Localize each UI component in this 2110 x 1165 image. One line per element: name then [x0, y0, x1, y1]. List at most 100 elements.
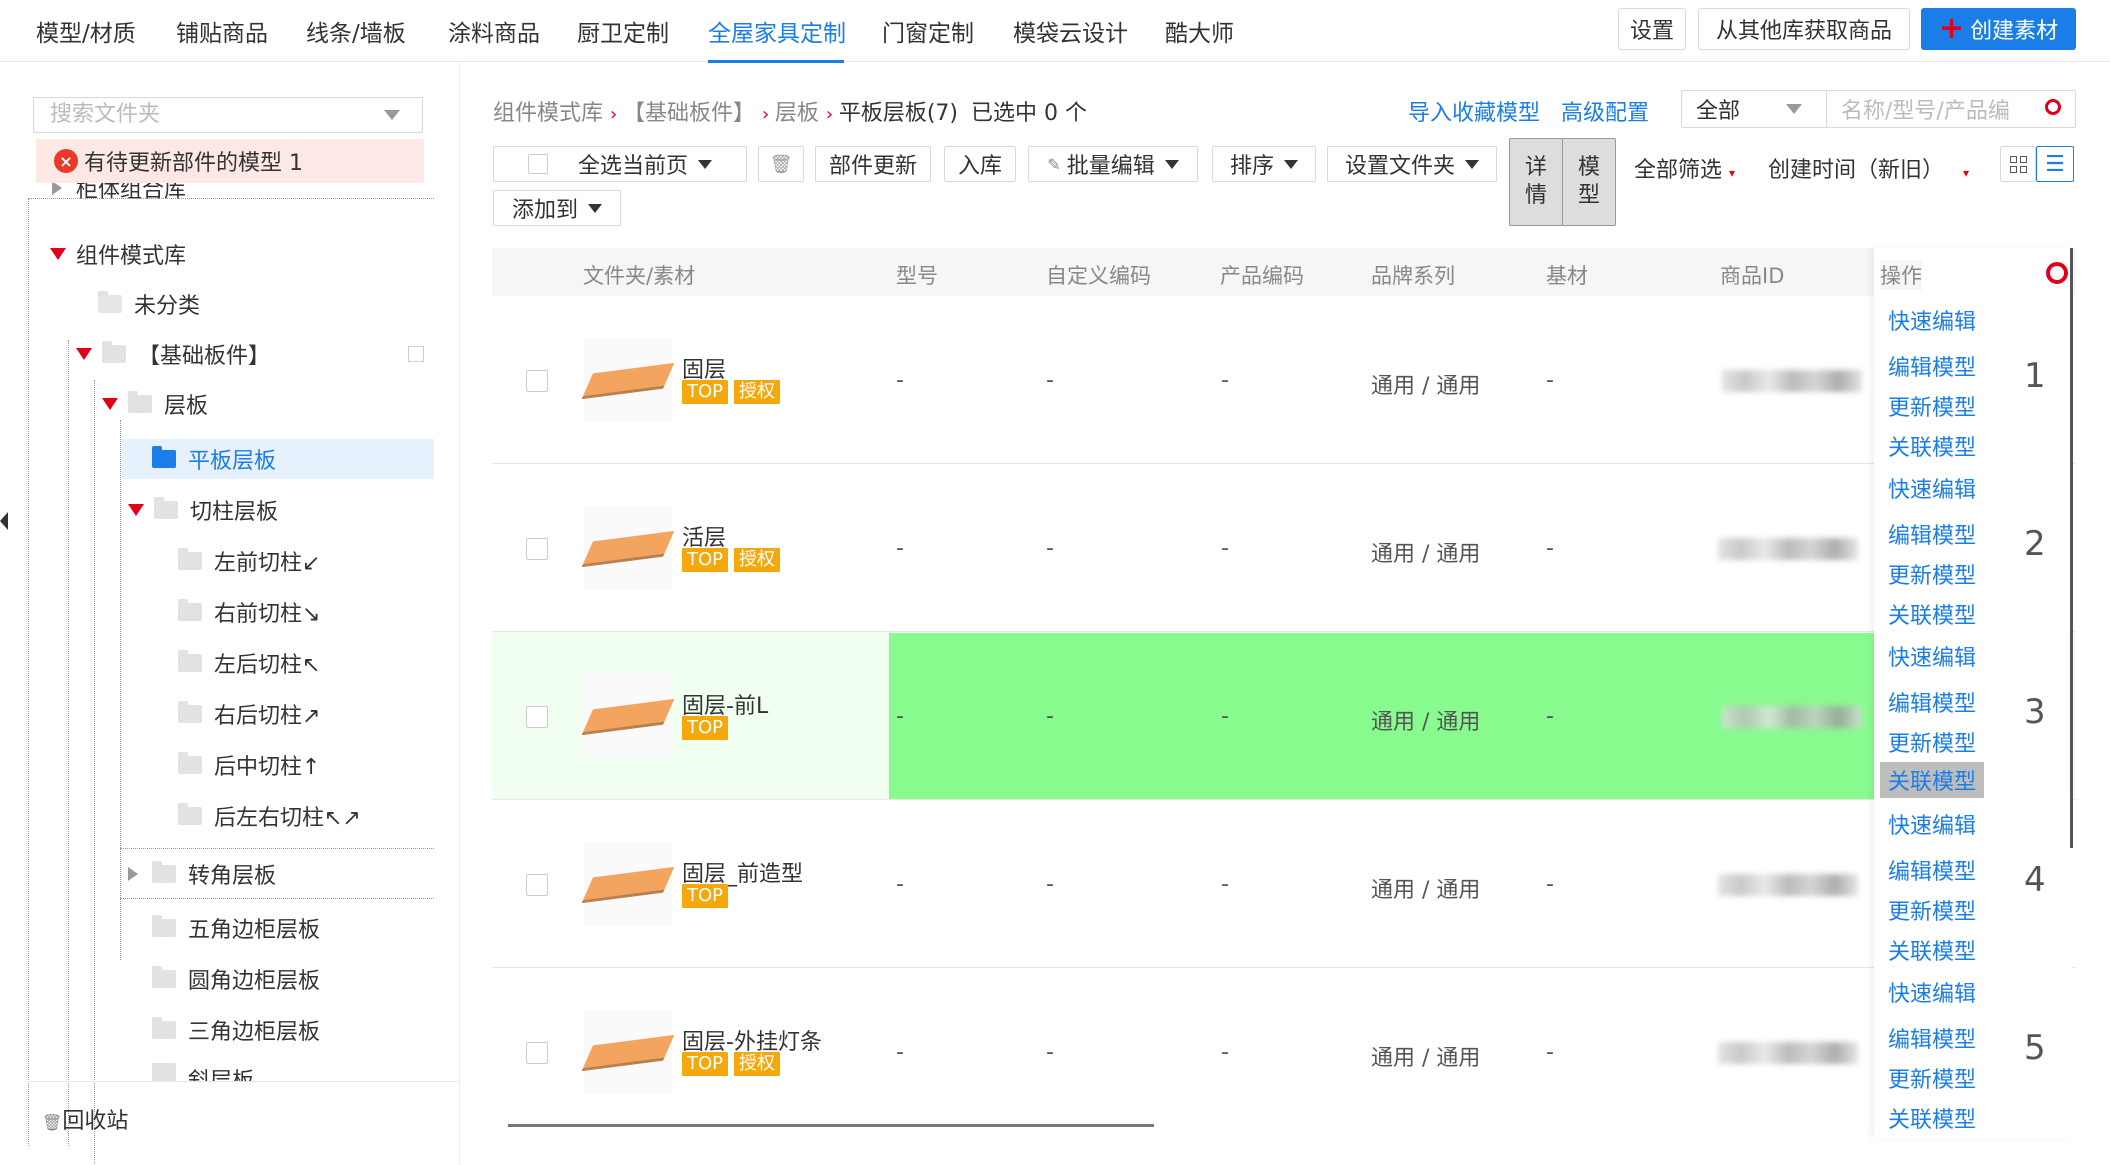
scope-select[interactable]: 全部 [1681, 90, 1827, 128]
breadcrumb-item[interactable]: 【基础板件】 [623, 101, 755, 126]
caret-down-icon[interactable] [102, 398, 118, 410]
nav-item-whole-house[interactable]: 全屋家具定制 [708, 14, 846, 48]
row-checkbox[interactable] [526, 1042, 548, 1064]
tree-item-pentagon-shelf[interactable]: 五角边柜层板 [152, 909, 320, 947]
tree-item-triangle-shelf[interactable]: 三角边柜层板 [152, 1011, 320, 1049]
part-update-button[interactable]: 部件更新 [815, 146, 931, 182]
recycle-bin-link[interactable]: 🗑回收站 [42, 1103, 128, 1135]
quick-edit-link[interactable]: 快速编辑 [1888, 640, 1976, 672]
edit-model-link[interactable]: 编辑模型 [1888, 518, 1976, 550]
edit-model-link[interactable]: 编辑模型 [1888, 854, 1976, 886]
breadcrumb-item[interactable]: 组件模式库 [493, 101, 603, 126]
nav-item-kitchen[interactable]: 厨卫定制 [577, 14, 669, 48]
quick-edit-link[interactable]: 快速编辑 [1888, 808, 1976, 840]
nav-item-doors-windows[interactable]: 门窗定制 [882, 14, 974, 48]
horizontal-scrollbar[interactable] [508, 1124, 1154, 1127]
tree-item-component-lib[interactable]: 组件模式库 [50, 235, 186, 273]
pending-update-alert[interactable]: × 有待更新部件的模型 1 [36, 139, 424, 183]
collapse-sidebar-icon[interactable] [0, 512, 8, 530]
tree-item-corner-shelf[interactable]: 转角层板 [128, 855, 276, 893]
add-to-button[interactable]: 添加到 [493, 190, 621, 226]
link-model-link[interactable]: 关联模型 [1888, 430, 1976, 462]
tree-item-slant-shelf[interactable]: 斜层板 [152, 1063, 254, 1081]
list-view-button[interactable]: ☰ [2036, 146, 2074, 182]
select-page-checkbox[interactable] [527, 154, 548, 174]
tree-item-cut-back-both[interactable]: 后左右切柱↖↗ [178, 797, 361, 835]
update-model-link[interactable]: 更新模型 [1888, 1062, 1976, 1094]
quick-edit-link[interactable]: 快速编辑 [1888, 472, 1976, 504]
tree-guide-line [68, 340, 69, 1146]
update-model-link[interactable]: 更新模型 [1888, 558, 1976, 590]
caret-down-icon[interactable] [128, 504, 144, 516]
material-tags: TOP [682, 714, 734, 740]
tree-item-cut-left-front[interactable]: 左前切柱↙ [178, 542, 320, 580]
nav-item-model-material[interactable]: 模型/材质 [36, 14, 136, 48]
update-model-link[interactable]: 更新模型 [1888, 726, 1976, 758]
breadcrumb-item[interactable]: 层板 [775, 101, 819, 126]
folder-icon [178, 752, 202, 774]
tree-item-cut-shelf[interactable]: 切柱层板 [128, 491, 278, 529]
search-input[interactable]: 名称/型号/产品编 [1826, 90, 2076, 128]
update-model-link[interactable]: 更新模型 [1888, 894, 1976, 926]
grid-view-button[interactable] [2000, 146, 2036, 182]
top-nav: 模型/材质 铺贴商品 线条/墙板 涂料商品 厨卫定制 全屋家具定制 门窗定制 模… [0, 0, 2110, 63]
row-checkbox[interactable] [526, 874, 548, 896]
nav-item-lines[interactable]: 线条/墙板 [306, 14, 406, 48]
model-view-toggle[interactable]: 模型 [1562, 138, 1616, 226]
tree-item-round-shelf[interactable]: 圆角边柜层板 [152, 960, 320, 998]
settings-button[interactable]: 设置 [1618, 8, 1686, 50]
detail-view-toggle[interactable]: 详情 [1509, 138, 1563, 226]
search-icon[interactable] [2045, 99, 2061, 115]
import-from-other-lib-button[interactable]: 从其他库获取商品 [1698, 8, 1910, 50]
model-thumbnail [581, 506, 675, 590]
quick-edit-link[interactable]: 快速编辑 [1888, 976, 1976, 1008]
caret-right-icon[interactable] [128, 867, 138, 881]
caret-down-icon[interactable] [76, 348, 92, 360]
tree-item-cut-right-front[interactable]: 右前切柱↘ [178, 593, 320, 631]
import-favorite-link[interactable]: 导入收藏模型 [1408, 95, 1540, 127]
advanced-config-link[interactable]: 高级配置 [1561, 95, 1649, 127]
edit-model-link[interactable]: 编辑模型 [1888, 686, 1976, 718]
link-model-link[interactable]: 关联模型 [1880, 762, 1985, 798]
edit-model-link[interactable]: 编辑模型 [1888, 350, 1976, 382]
caret-down-icon[interactable] [50, 248, 66, 260]
sort-button[interactable]: 排序 [1212, 146, 1316, 182]
tree-item-flat-shelf[interactable]: 平板层板 [152, 440, 276, 478]
edit-folder-icon[interactable] [408, 346, 424, 362]
row-checkbox[interactable] [526, 370, 548, 392]
nav-item-tiles[interactable]: 铺贴商品 [176, 14, 268, 48]
filter-all-dropdown[interactable]: 全部筛选 ▾ [1634, 152, 1735, 184]
stock-in-button[interactable]: 入库 [944, 146, 1016, 182]
nav-item-paint[interactable]: 涂料商品 [448, 14, 540, 48]
sort-time-dropdown[interactable]: 创建时间（新旧） ▾ [1768, 152, 1969, 184]
gear-icon[interactable] [2046, 262, 2068, 284]
tree-item-cut-right-back[interactable]: 右后切柱↗ [178, 695, 320, 733]
folder-icon [98, 291, 122, 313]
sidebar-footer-divider [28, 1081, 459, 1082]
set-folder-button[interactable]: 设置文件夹 [1327, 146, 1497, 182]
link-model-link[interactable]: 关联模型 [1888, 1102, 1976, 1134]
caret-right-icon[interactable] [52, 181, 62, 195]
row-checkbox[interactable] [526, 706, 548, 728]
folder-search-input[interactable]: 搜索文件夹 [33, 97, 423, 133]
tree-label: 组件模式库 [76, 244, 187, 269]
tree-item-shelf[interactable]: 层板 [102, 385, 208, 423]
link-model-link[interactable]: 关联模型 [1888, 934, 1976, 966]
select-current-page[interactable]: 全选当前页 [493, 146, 747, 182]
tree-item-uncategorized[interactable]: 未分类 [98, 285, 200, 323]
nav-item-kudashi[interactable]: 酷大师 [1165, 14, 1234, 48]
row-checkbox[interactable] [526, 538, 548, 560]
link-model-link[interactable]: 关联模型 [1888, 598, 1976, 630]
quick-edit-link[interactable]: 快速编辑 [1888, 304, 1976, 336]
tree-item-cut-back-middle[interactable]: 后中切柱↑ [178, 746, 320, 784]
edit-model-link[interactable]: 编辑模型 [1888, 1022, 1976, 1054]
tree-item-basic-board[interactable]: 【基础板件】 [76, 335, 270, 373]
nav-item-cloud-design[interactable]: 模袋云设计 [1013, 14, 1128, 48]
tree-item-cut-left-back[interactable]: 左后切柱↖ [178, 644, 320, 682]
vertical-scrollbar[interactable] [2070, 248, 2073, 848]
update-model-link[interactable]: 更新模型 [1888, 390, 1976, 422]
batch-edit-button[interactable]: ✎ 批量编辑 [1028, 146, 1198, 182]
delete-button[interactable]: 🗑 [758, 146, 804, 182]
create-material-button[interactable]: + 创建素材 [1921, 8, 2076, 50]
chevron-down-icon[interactable] [384, 110, 400, 120]
